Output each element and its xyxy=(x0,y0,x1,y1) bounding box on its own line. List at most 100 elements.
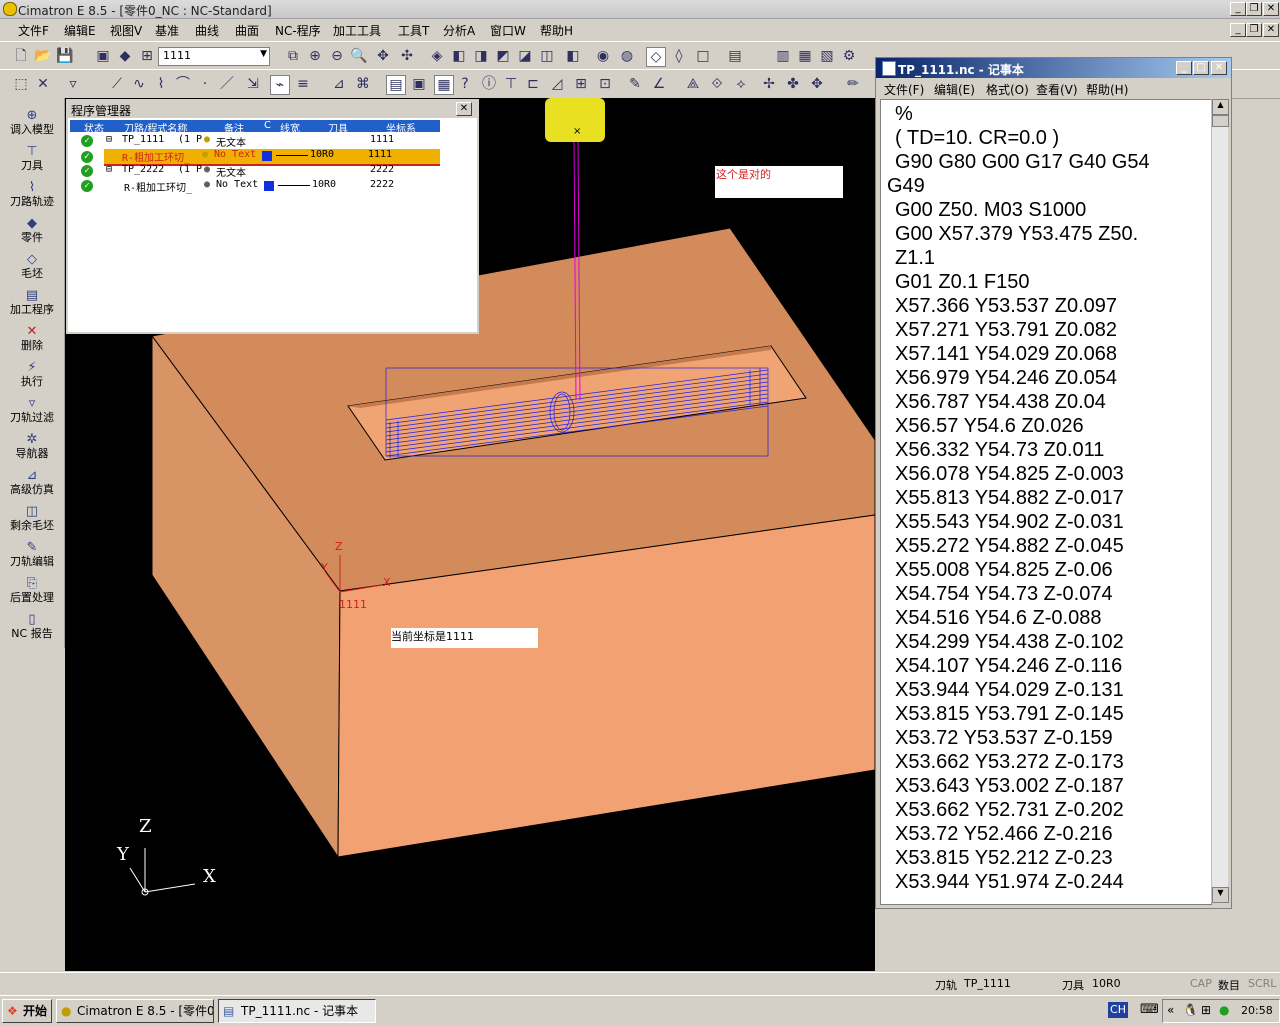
notepad-menu-view[interactable]: 查看(V) xyxy=(1036,81,1078,98)
notepad-maximize-button[interactable]: □ xyxy=(1193,61,1209,75)
view-iso-icon[interactable]: ◈ xyxy=(428,47,446,65)
help-icon[interactable]: ? xyxy=(456,75,474,93)
arc-icon[interactable]: ⌒ xyxy=(174,75,192,93)
box-icon[interactable]: □ xyxy=(694,47,712,65)
menu-file[interactable]: 文件F xyxy=(18,22,49,39)
offset-icon[interactable]: ⇲ xyxy=(244,75,262,93)
pen-icon[interactable]: ✏ xyxy=(844,75,862,93)
sketch-icon[interactable]: ⟋ xyxy=(108,75,126,93)
axis-icon[interactable]: ✢ xyxy=(760,75,778,93)
sidebar-item-simulation[interactable]: ⊿ 高级仿真 xyxy=(2,468,62,502)
program-manager-close-button[interactable]: ✕ xyxy=(456,102,472,116)
sidebar-item-post-process[interactable]: ⎘ 后置处理 xyxy=(2,576,62,610)
scroll-up-button[interactable]: ▲ xyxy=(1212,99,1229,115)
menu-edit[interactable]: 编辑E xyxy=(64,22,96,39)
col-c[interactable]: C xyxy=(264,120,271,131)
filter-icon[interactable]: ▿ xyxy=(64,75,82,93)
display-mode-icon[interactable]: ▤ xyxy=(726,47,744,65)
search-icon[interactable]: 🔍 xyxy=(350,47,368,65)
expand-icon[interactable]: ⊟ xyxy=(106,134,112,145)
spline-icon[interactable]: ⌇ xyxy=(152,75,170,93)
menu-analysis[interactable]: 分析A xyxy=(443,22,475,39)
expand-icon[interactable]: ⊟ xyxy=(106,164,112,175)
line-icon[interactable]: ／ xyxy=(218,75,236,93)
sidebar-item-import-model[interactable]: ⊕ 调入模型 xyxy=(2,108,62,142)
start-button[interactable]: ❖ 开始 xyxy=(2,999,52,1023)
view-front-icon[interactable]: ◧ xyxy=(450,47,468,65)
sidebar-item-part[interactable]: ◆ 零件 xyxy=(2,216,62,250)
col-tool[interactable]: 刀具 xyxy=(328,120,348,135)
sidebar-item-execute[interactable]: ⚡ 执行 xyxy=(2,360,62,394)
sidebar-item-stock[interactable]: ◇ 毛坯 xyxy=(2,252,62,286)
point-icon[interactable]: · xyxy=(196,75,214,93)
hidden-line-icon[interactable]: ◊ xyxy=(670,47,688,65)
menu-surface[interactable]: 曲面 xyxy=(235,22,259,39)
layer-icon[interactable]: ◆ xyxy=(116,47,134,65)
copy-icon[interactable]: ✥ xyxy=(808,75,826,93)
col-name[interactable]: 刀路/程式名称 xyxy=(124,120,187,135)
program-row-tp2222[interactable]: ✓ ⊟ TP_2222 (1 P ● 无文本 2222 xyxy=(70,164,510,179)
notepad-menu-help[interactable]: 帮助(H) xyxy=(1086,81,1128,98)
transform-icon[interactable]: ⟐ xyxy=(708,75,726,93)
menu-view[interactable]: 视图V xyxy=(110,22,142,39)
pick-icon[interactable]: ✕ xyxy=(34,75,52,93)
notes-icon[interactable]: ▦ xyxy=(434,75,454,95)
menu-datum[interactable]: 基准 xyxy=(155,22,179,39)
view-left-icon[interactable]: ◪ xyxy=(516,47,534,65)
doc-minimize-button[interactable]: _ xyxy=(1230,23,1246,37)
doc-close-button[interactable]: ✕ xyxy=(1263,23,1279,37)
sidebar-item-tool[interactable]: ⊤ 刀具 xyxy=(2,144,62,178)
menu-tools[interactable]: 工具T xyxy=(398,22,429,39)
menu-window[interactable]: 窗口W xyxy=(490,22,526,39)
menu-nc-program[interactable]: NC-程序 xyxy=(275,22,321,39)
list-icon[interactable]: ≡ xyxy=(294,75,312,93)
notepad-menu-format[interactable]: 格式(O) xyxy=(986,81,1029,98)
save-icon[interactable]: 💾 xyxy=(56,47,74,65)
zoom-fit-icon[interactable]: ⊖ xyxy=(328,47,346,65)
new-file-icon[interactable]: 🗋 xyxy=(12,47,30,65)
part-icon[interactable]: ▣ xyxy=(94,47,112,65)
rotate-icon[interactable]: ✣ xyxy=(398,47,416,65)
nc-code-textarea[interactable]: %( TD=10. CR=0.0 ) G90 G80 G00 G17 G40 G5… xyxy=(880,99,1212,905)
sidebar-item-nc-report[interactable]: ▯ NC 报告 xyxy=(2,612,62,646)
tool-table-icon[interactable]: ⊤ xyxy=(502,75,520,93)
minimize-button[interactable]: _ xyxy=(1230,2,1246,16)
open-file-icon[interactable]: 📂 xyxy=(34,47,52,65)
scroll-down-button[interactable]: ▼ xyxy=(1212,887,1229,903)
sidebar-item-program[interactable]: ▤ 加工程序 xyxy=(2,288,62,322)
menu-machining-tools[interactable]: 加工工具 xyxy=(333,22,381,39)
sidebar-item-edit-toolpath[interactable]: ✎ 刀轨编辑 xyxy=(2,540,62,574)
properties-icon[interactable]: ▣ xyxy=(410,75,428,93)
trim-icon[interactable]: ⌘ xyxy=(354,75,372,93)
settings-icon[interactable]: ⚙ xyxy=(840,47,858,65)
tray-expand-icon[interactable]: « xyxy=(1167,1003,1174,1017)
curve-tool-icon[interactable]: ∿ xyxy=(130,75,148,93)
qq-icon[interactable]: 🐧 xyxy=(1183,1003,1198,1017)
mirror-icon[interactable]: ⟡ xyxy=(732,75,750,93)
sidebar-item-delete[interactable]: ✕ 删除 xyxy=(2,324,62,358)
scroll-thumb[interactable] xyxy=(1212,115,1229,127)
menu-curve[interactable]: 曲线 xyxy=(195,22,219,39)
doc-restore-button[interactable]: ❐ xyxy=(1246,23,1262,37)
angle-icon[interactable]: ∠ xyxy=(650,75,668,93)
surface-tool-icon[interactable]: ⟁ xyxy=(684,75,702,93)
task-notepad[interactable]: ▤ TP_1111.nc - 记事本 xyxy=(218,999,376,1023)
toolpath-toggle-icon[interactable]: ⌁ xyxy=(270,75,290,95)
keyboard-icon[interactable]: ⌨ xyxy=(1140,1002,1159,1017)
restore-button[interactable]: ❐ xyxy=(1246,2,1262,16)
grid-icon[interactable]: ⊞ xyxy=(572,75,590,93)
sidebar-item-navigator[interactable]: ✲ 导航器 xyxy=(2,432,62,466)
network-icon[interactable]: ⊡ xyxy=(596,75,614,93)
stock-tool-icon[interactable]: ◿ xyxy=(548,75,566,93)
view-top-icon[interactable]: ◨ xyxy=(472,47,490,65)
doc-icon[interactable]: ▦ xyxy=(796,47,814,65)
notepad-menu-edit[interactable]: 编辑(E) xyxy=(934,81,975,98)
sidebar-item-filter[interactable]: ▿ 刀轨过滤 xyxy=(2,396,62,430)
render-icon[interactable]: ◉ xyxy=(594,47,612,65)
coordinate-system-select[interactable]: 1111 ▼ xyxy=(158,47,270,66)
view-back-icon[interactable]: ◫ xyxy=(538,47,556,65)
network-tray-icon[interactable]: ⊞ xyxy=(1201,1003,1211,1017)
clock[interactable]: 20:58 xyxy=(1241,1004,1273,1017)
sidebar-item-remaining-stock[interactable]: ◫ 剩余毛坯 xyxy=(2,504,62,538)
col-note[interactable]: 备注 xyxy=(224,120,244,135)
